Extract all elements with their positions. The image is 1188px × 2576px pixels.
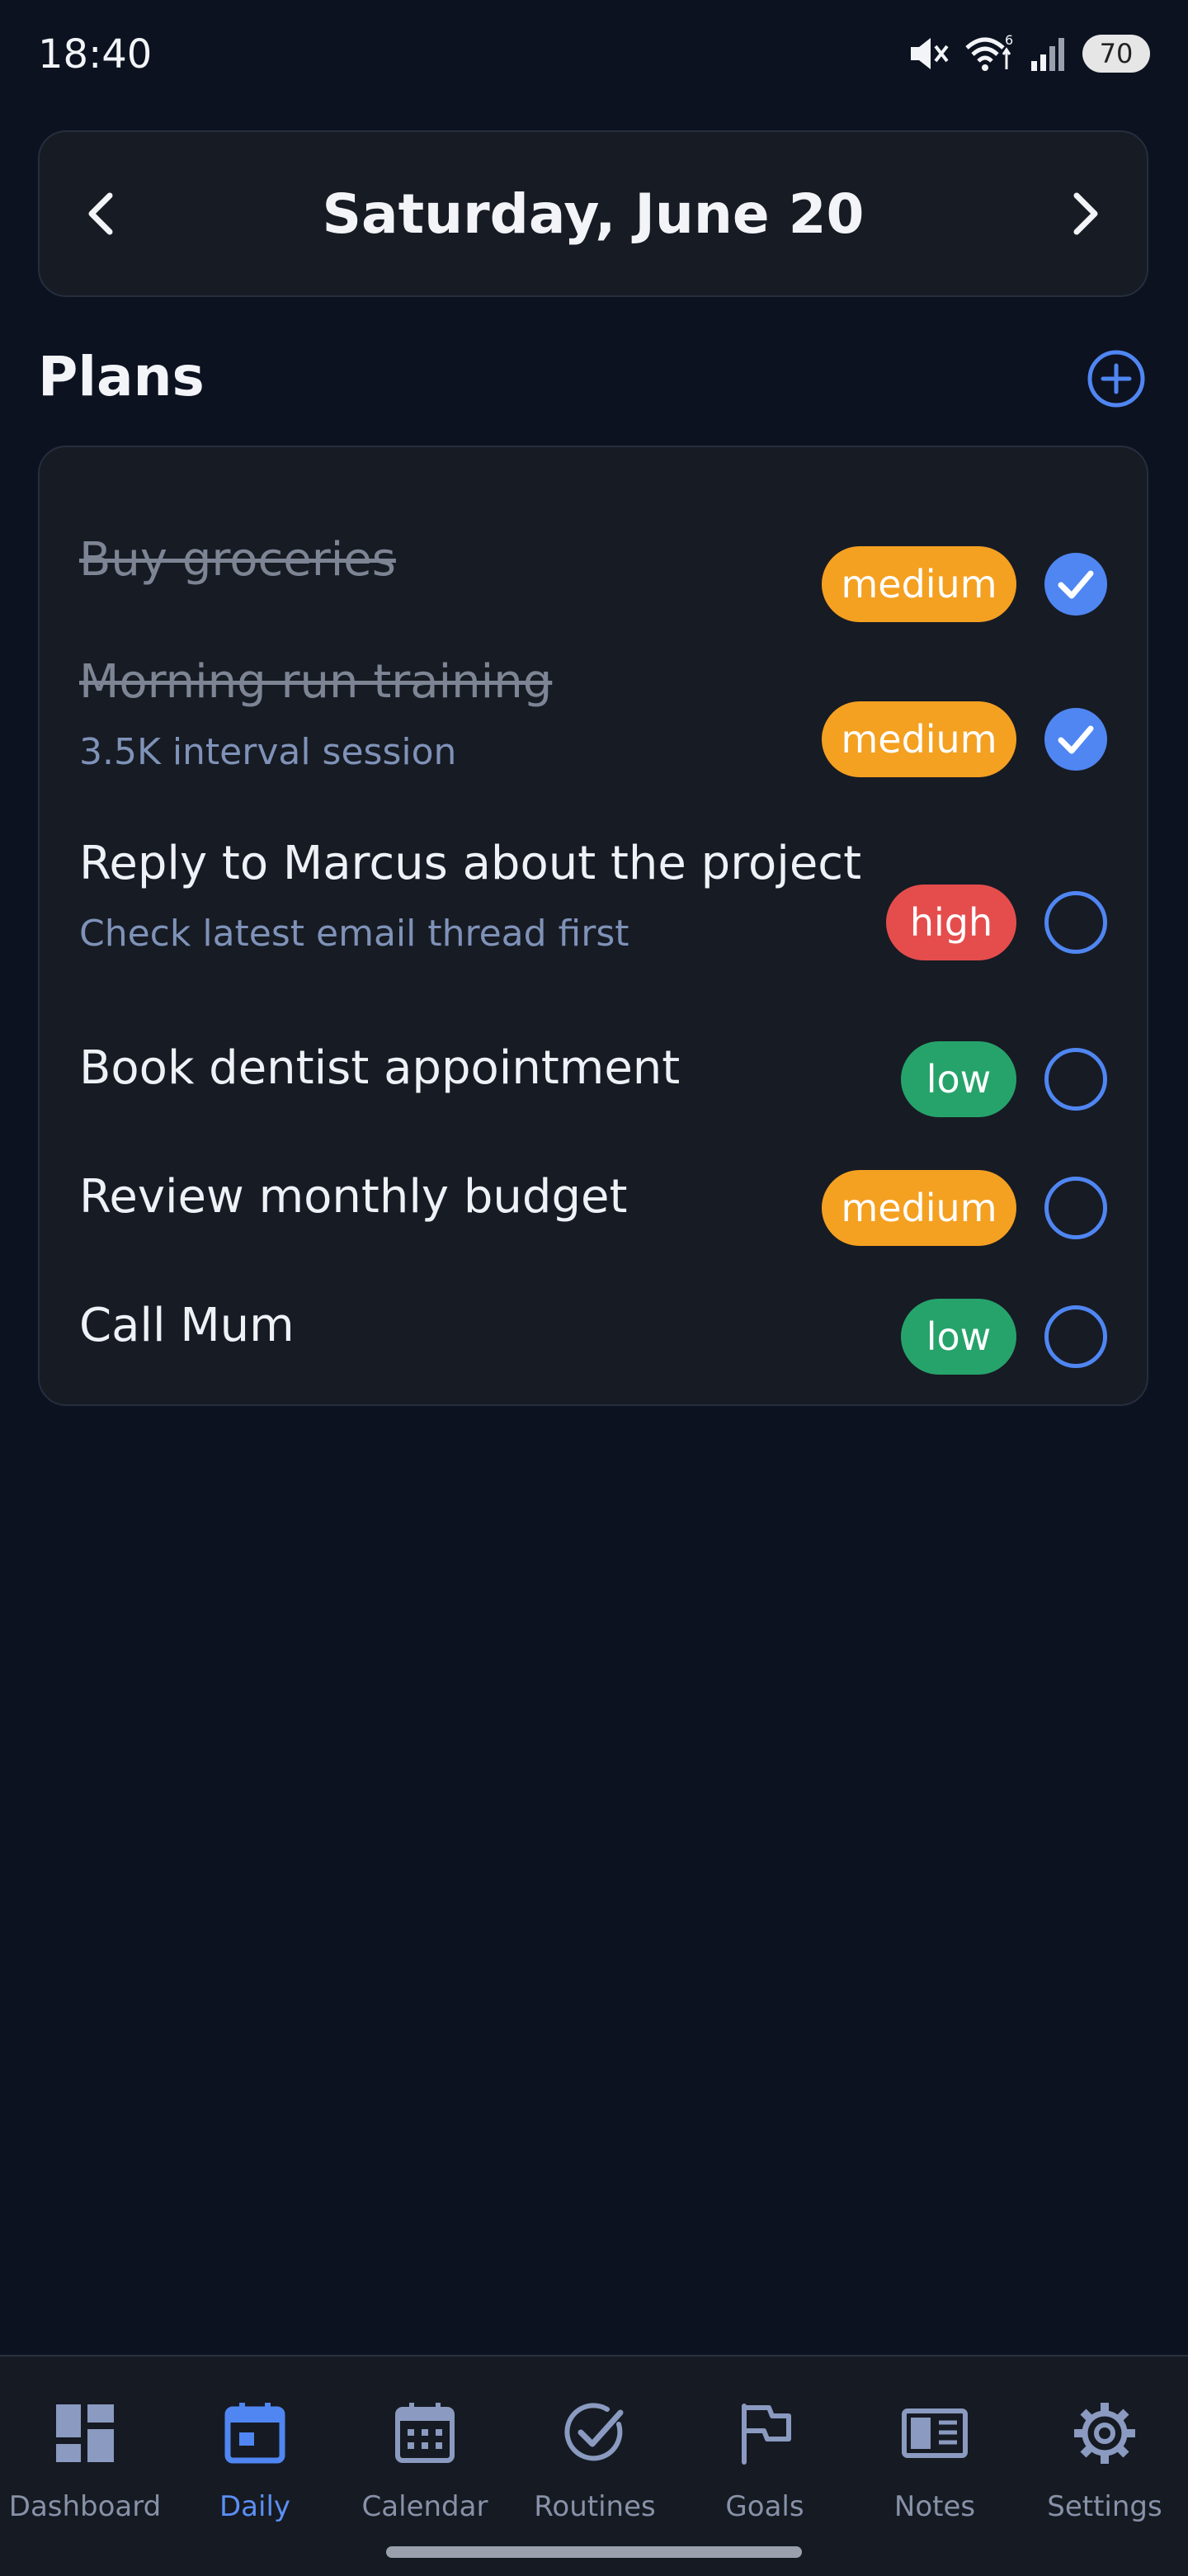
plan-title: Book dentist appointment	[79, 1041, 681, 1095]
plan-subtitle: Check latest email thread first	[79, 913, 629, 955]
nav-routines[interactable]: Routines	[510, 2357, 680, 2555]
battery-indicator: 70	[1082, 35, 1150, 73]
nav-daily[interactable]: Daily	[170, 2357, 340, 2555]
plan-title: Morning run training	[79, 655, 553, 709]
nav-label: Settings	[1047, 2490, 1162, 2523]
nav-settings[interactable]: Settings	[1020, 2357, 1188, 2555]
plan-row[interactable]: Buy groceries medium	[40, 513, 1150, 662]
svg-text:6: 6	[1005, 33, 1013, 48]
notes-icon	[902, 2409, 968, 2458]
priority-badge: low	[901, 1041, 1016, 1117]
plan-checkbox[interactable]	[1044, 1048, 1107, 1111]
priority-badge: low	[901, 1299, 1016, 1375]
flag-icon	[742, 2404, 791, 2465]
plan-checkbox[interactable]	[1044, 891, 1107, 954]
nav-label: Notes	[893, 2490, 976, 2523]
priority-badge: medium	[822, 546, 1016, 622]
nav-calendar[interactable]: Calendar	[340, 2357, 510, 2555]
nav-notes[interactable]: Notes	[850, 2357, 1020, 2555]
mute-icon	[911, 38, 949, 69]
plan-row[interactable]: Review monthly budget medium	[40, 1137, 1150, 1261]
plan-list: Buy groceries medium Morning run trainin…	[38, 446, 1148, 1406]
plan-checkbox[interactable]	[1044, 1305, 1107, 1368]
bottom-navigation: Dashboard Daily Calendar Routines Goals …	[0, 2355, 1188, 2576]
priority-badge: medium	[822, 701, 1016, 777]
status-time: 18:40	[38, 31, 153, 78]
check-circle-icon	[564, 2403, 624, 2461]
add-plan-button[interactable]	[1086, 348, 1147, 409]
daily-calendar-icon	[224, 2403, 285, 2464]
plans-title: Plans	[38, 345, 205, 408]
chevron-right-icon	[1073, 192, 1098, 235]
plan-title: Reply to Marcus about the project	[79, 837, 862, 890]
nav-label: Calendar	[361, 2490, 488, 2523]
status-bar: 18:40 6 70	[0, 0, 1188, 107]
plan-row[interactable]: Reply to Marcus about the project Check …	[40, 827, 1150, 1008]
priority-badge: high	[886, 885, 1016, 960]
nav-label: Routines	[534, 2490, 656, 2523]
plan-title: Buy groceries	[79, 533, 396, 587]
home-indicator[interactable]	[386, 2546, 802, 2558]
gear-icon	[1074, 2403, 1135, 2464]
plan-title: Call Mum	[79, 1299, 295, 1352]
status-icons: 6 70	[908, 33, 1150, 74]
calendar-icon	[395, 2403, 455, 2463]
checkmark-icon	[1058, 725, 1094, 754]
checkmark-icon	[1058, 570, 1094, 599]
previous-day-button[interactable]	[40, 130, 163, 297]
nav-goals[interactable]: Goals	[680, 2357, 850, 2555]
signal-icon	[1031, 38, 1064, 71]
nav-label: Dashboard	[8, 2490, 162, 2523]
plan-row[interactable]: Call Mum low	[40, 1266, 1150, 1389]
nav-label: Daily	[219, 2490, 291, 2523]
plan-row[interactable]: Book dentist appointment low	[40, 1008, 1150, 1132]
date-navigator: Saturday, June 20	[38, 130, 1148, 297]
plan-subtitle: 3.5K interval session	[79, 731, 457, 773]
plus-circle-icon	[1087, 350, 1145, 408]
plan-checkbox[interactable]	[1044, 1177, 1107, 1239]
plan-checkbox[interactable]	[1044, 553, 1107, 616]
nav-dashboard[interactable]: Dashboard	[0, 2357, 170, 2555]
plan-checkbox[interactable]	[1044, 708, 1107, 771]
plan-title: Review monthly budget	[79, 1170, 628, 1224]
dashboard-icon	[56, 2404, 114, 2462]
nav-label: Goals	[725, 2490, 804, 2523]
next-day-button[interactable]	[1023, 130, 1147, 297]
chevron-left-icon	[88, 192, 113, 235]
date-title: Saturday, June 20	[322, 182, 865, 246]
priority-badge: medium	[822, 1170, 1016, 1246]
plan-row[interactable]: Morning run training 3.5K interval sessi…	[40, 645, 1150, 819]
wifi-icon: 6	[965, 33, 1013, 71]
